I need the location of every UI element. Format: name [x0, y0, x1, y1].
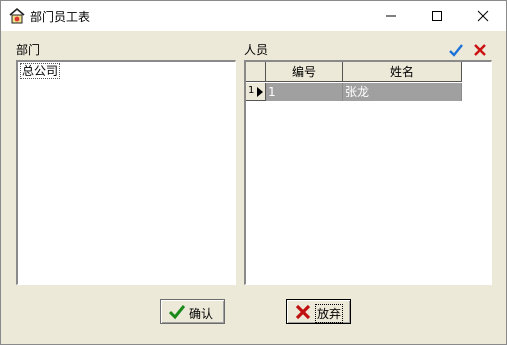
- window-title: 部门员工表: [30, 10, 91, 24]
- maximize-icon: [432, 11, 442, 21]
- row-number: 1: [248, 85, 255, 96]
- personnel-label: 人员: [244, 43, 269, 57]
- x-icon: [295, 304, 311, 320]
- department-tree[interactable]: 总公司: [16, 60, 236, 285]
- dialog-window: 部门员工表 部门 人员 总公司 编号 姓名 1 1 张龙 确认 放弃: [0, 0, 507, 345]
- app-icon: [9, 7, 25, 24]
- row-indicator[interactable]: 1: [246, 83, 266, 101]
- tree-node-company[interactable]: 总公司: [20, 63, 61, 79]
- column-header-name[interactable]: 姓名: [343, 62, 462, 82]
- confirm-button-label: 确认: [189, 307, 214, 321]
- discard-button[interactable]: 放弃: [286, 299, 351, 324]
- personnel-grid[interactable]: 编号 姓名 1 1 张龙: [244, 60, 492, 285]
- department-label: 部门: [16, 43, 41, 57]
- check-icon: [169, 305, 185, 320]
- title-bar: 部门员工表: [1, 1, 506, 31]
- table-cell-name[interactable]: 张龙: [343, 83, 462, 101]
- confirm-button[interactable]: 确认: [160, 299, 225, 324]
- x-icon[interactable]: [472, 42, 488, 58]
- close-icon: [477, 10, 489, 22]
- current-row-arrow-icon: [257, 87, 263, 97]
- table-cell-number[interactable]: 1: [266, 83, 343, 101]
- maximize-button[interactable]: [414, 1, 460, 31]
- discard-button-label: 放弃: [315, 304, 344, 323]
- minimize-icon: [386, 15, 396, 17]
- check-icon[interactable]: [448, 42, 464, 58]
- close-button[interactable]: [460, 1, 506, 31]
- minimize-button[interactable]: [368, 1, 414, 31]
- column-header-number[interactable]: 编号: [266, 62, 343, 82]
- grid-indicator-header: [246, 62, 266, 82]
